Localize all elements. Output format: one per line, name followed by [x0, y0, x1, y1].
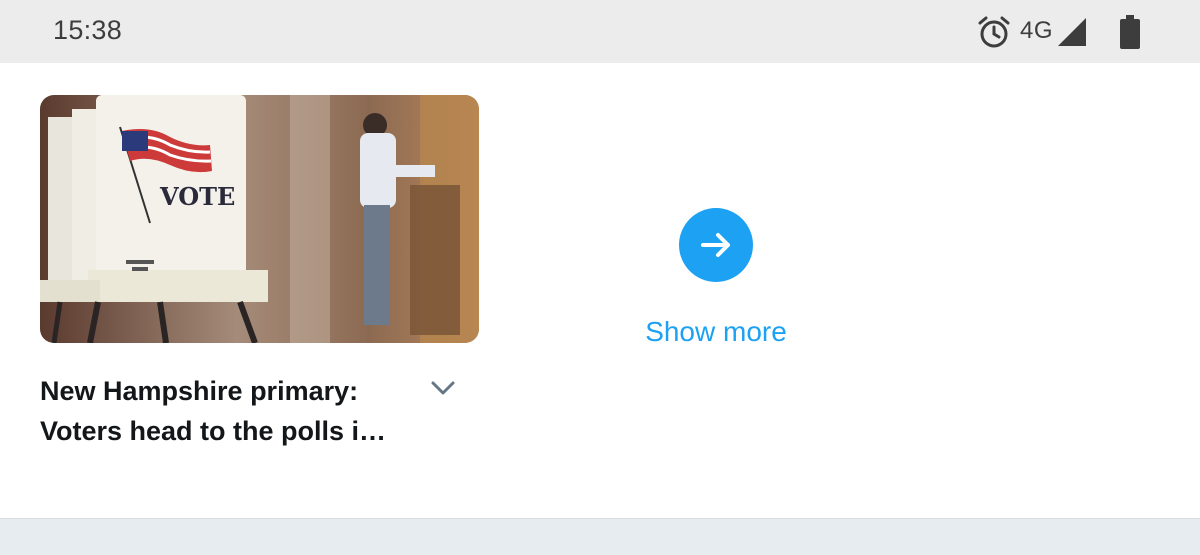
news-card-title[interactable]: New Hampshire primary: Voters head to th…	[40, 371, 420, 451]
section-divider	[0, 518, 1200, 555]
alarm-icon	[978, 16, 1010, 48]
chevron-down-icon[interactable]	[431, 378, 455, 398]
signal-icon	[1058, 18, 1086, 46]
status-time: 15:38	[53, 15, 123, 45]
svg-text:VOTE: VOTE	[159, 182, 235, 211]
show-more-button[interactable]: Show more	[630, 208, 802, 348]
battery-icon	[1120, 15, 1140, 49]
arrow-right-circle[interactable]	[679, 208, 753, 282]
news-card-title-line1: New Hampshire primary:	[40, 376, 359, 406]
network-type-label: 4G	[1020, 17, 1054, 44]
show-more-label[interactable]: Show more	[630, 316, 802, 348]
status-bar: 15:38 4G	[0, 0, 1200, 63]
news-card-title-line2: Voters head to the polls i…	[40, 416, 387, 446]
news-card[interactable]: VOTE New Hampshire primary: Voters head …	[40, 95, 480, 446]
arrow-right-icon	[701, 233, 730, 257]
news-thumbnail-image[interactable]: VOTE	[40, 95, 479, 343]
